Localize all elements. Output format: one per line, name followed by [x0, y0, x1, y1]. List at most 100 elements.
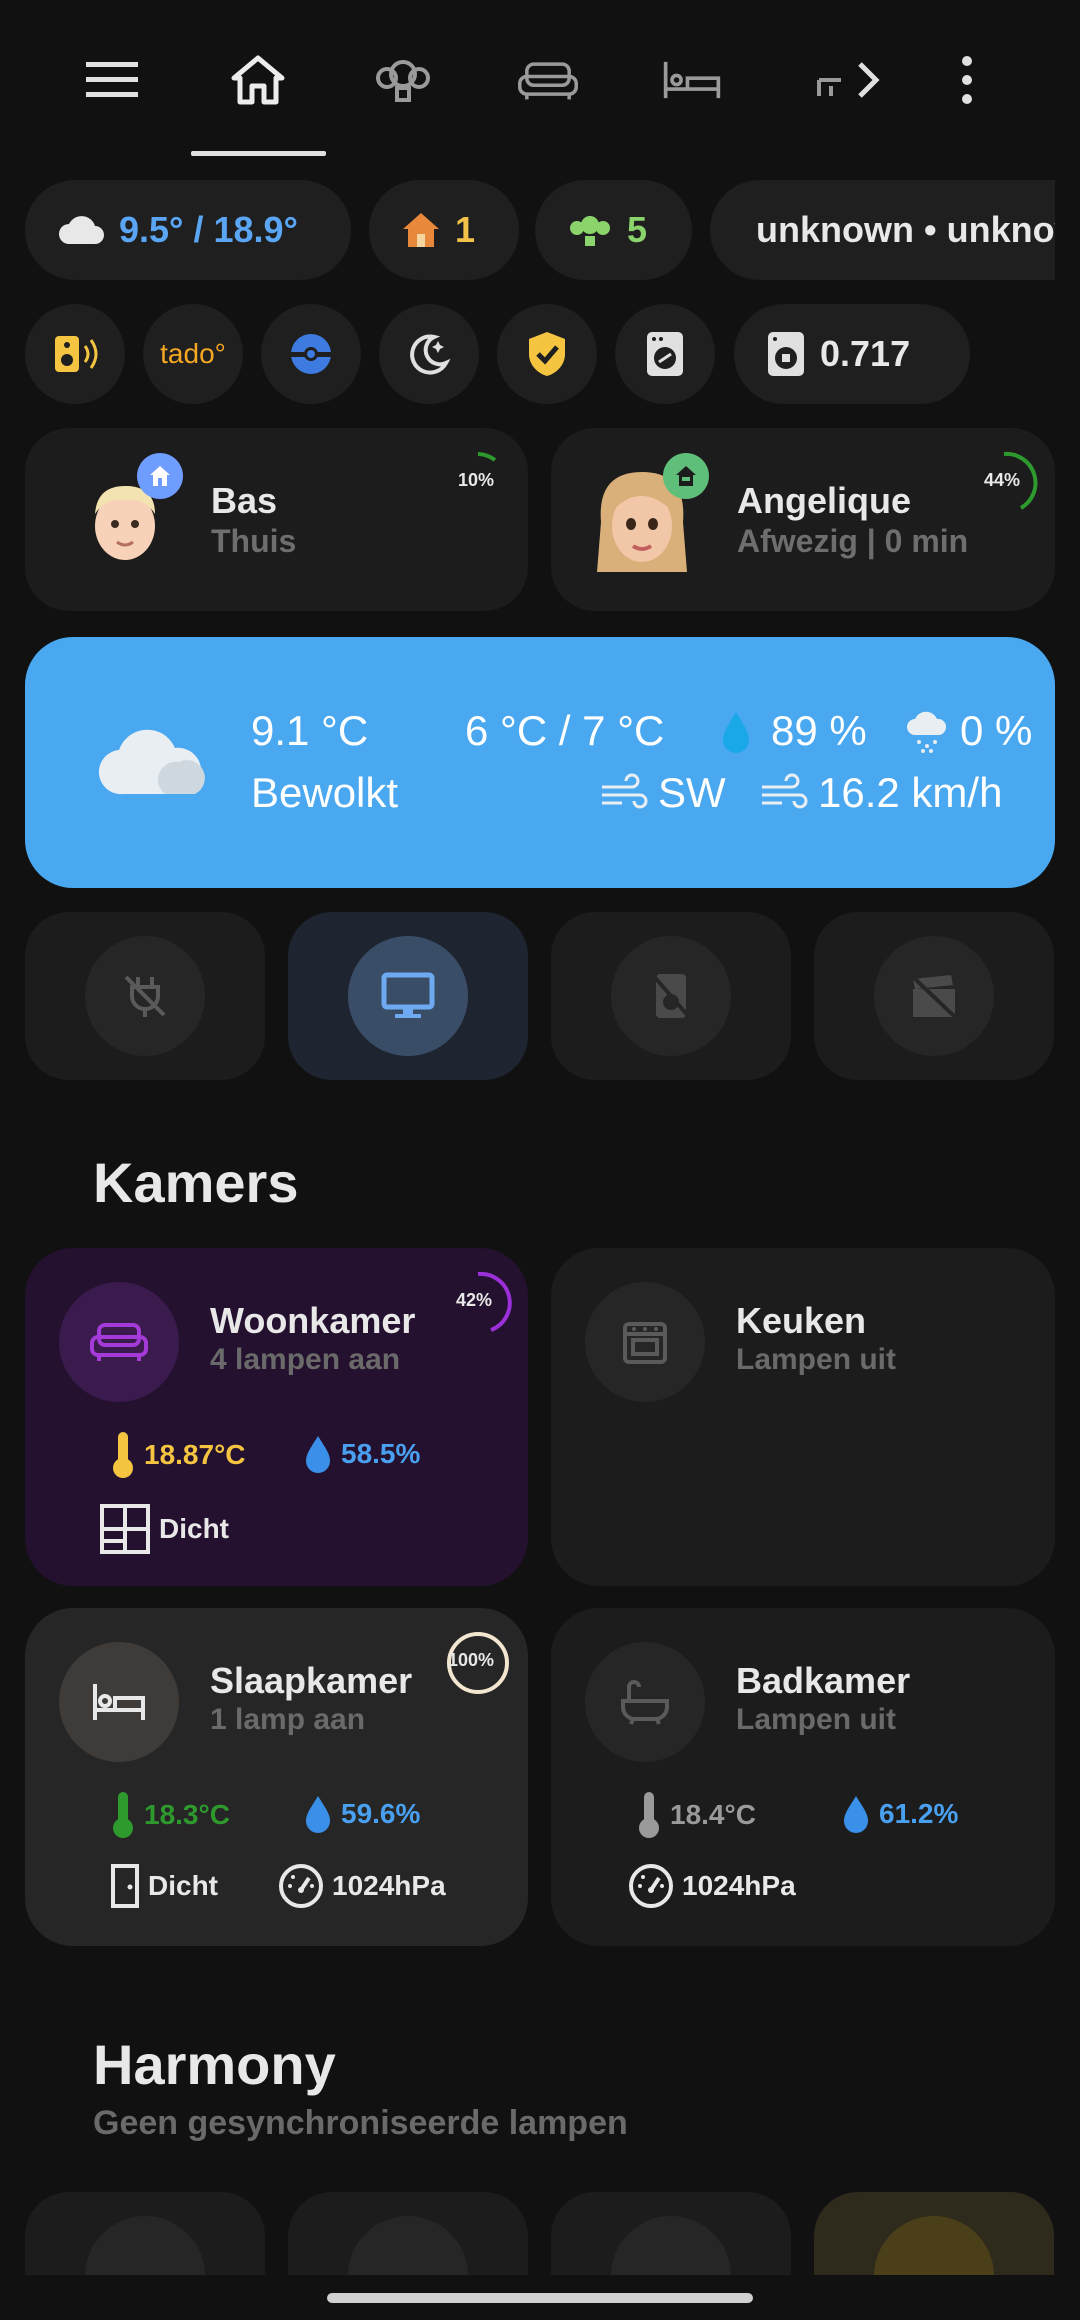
- wind-icon: [762, 773, 808, 809]
- humidity-value: 58.5%: [341, 1438, 421, 1469]
- chevron-right-icon[interactable]: [838, 50, 898, 110]
- bathtub-icon-wrap: [585, 1642, 705, 1762]
- harmony-tile-music[interactable]: [25, 2192, 265, 2275]
- weather-humidity: 89 %: [771, 707, 867, 754]
- humidity-stat: 58.5%: [303, 1434, 420, 1474]
- menu-icon[interactable]: [82, 50, 142, 110]
- power-plug-off-icon-wrap: [85, 936, 205, 1056]
- speaker-badge[interactable]: [25, 304, 125, 404]
- lightbulb-group-icon: [570, 216, 610, 246]
- thermometer-icon: [113, 1792, 133, 1838]
- washing-machine-icon: [647, 332, 683, 376]
- stove-icon-wrap: [585, 1282, 705, 1402]
- person-status: Thuis: [211, 523, 297, 559]
- weather-range: 6 °C / 7 °C: [465, 707, 665, 754]
- weather-chip[interactable]: 9.5° / 18.9°: [25, 180, 351, 280]
- clapperboard-off-button[interactable]: [814, 912, 1054, 1080]
- room-card-badkamer[interactable]: Badkamer Lampen uit 18.4°C 61.2% 1024hPa: [551, 1608, 1055, 1946]
- night-badge[interactable]: [379, 304, 479, 404]
- power-plug-off-button[interactable]: [25, 912, 265, 1080]
- radio-status: unknown • unknown: [756, 209, 1055, 250]
- humidity-value: 59.6%: [341, 1798, 421, 1829]
- weather-temp: 9.1 °C: [251, 707, 369, 754]
- active-tab-indicator: [191, 151, 326, 156]
- gesture-home-bar[interactable]: [327, 2293, 753, 2303]
- more-vert-icon[interactable]: [937, 50, 997, 110]
- cloud-icon: [98, 729, 205, 795]
- harmony-tile-tv-off[interactable]: [288, 2192, 528, 2275]
- door-value: Dicht: [148, 1870, 218, 1901]
- dryer-power-chip[interactable]: 0.717: [734, 304, 970, 404]
- water-drop-icon: [723, 712, 749, 753]
- thermometer-icon: [113, 1432, 133, 1478]
- window-stat: Dicht: [99, 1503, 229, 1555]
- speaker-off-icon-wrap: [611, 936, 731, 1056]
- room-card-keuken[interactable]: Keuken Lampen uit: [551, 1248, 1055, 1586]
- lights-count-chip[interactable]: 5: [535, 180, 692, 280]
- moon-stars-icon: [410, 334, 451, 375]
- bathtub-icon: [621, 1680, 669, 1725]
- tado-badge[interactable]: tado°: [143, 304, 243, 404]
- room-name: Keuken: [736, 1300, 867, 1341]
- speaker-off-button[interactable]: [551, 912, 791, 1080]
- harmony-section-subtitle: Geen gesynchroniseerde lampen: [93, 2104, 628, 2142]
- lightbulb-group-icon[interactable]: [373, 50, 433, 110]
- water-drop-icon: [844, 1796, 868, 1833]
- sofa-icon[interactable]: [518, 50, 578, 110]
- monitor-button[interactable]: [288, 912, 528, 1080]
- battery-percent: 44%: [984, 470, 1021, 490]
- brightness-percent: 42%: [456, 1290, 493, 1310]
- pressure-value: 1024hPa: [332, 1870, 446, 1901]
- pressure-stat: 1024hPa: [628, 1863, 796, 1909]
- pressure-value: 1024hPa: [682, 1870, 796, 1901]
- power-plug-off-icon: [124, 975, 166, 1017]
- stove-icon: [623, 1322, 667, 1364]
- person-card-bas[interactable]: Bas Thuis 10%: [25, 428, 528, 611]
- bed-icon[interactable]: [662, 50, 722, 110]
- temperature-stat: 18.4°C: [636, 1790, 756, 1840]
- temperature-stat: 18.3°C: [110, 1790, 230, 1840]
- water-drop-icon: [306, 1796, 330, 1833]
- window-icon: [100, 1504, 150, 1554]
- rain-cloud-icon: [907, 711, 947, 753]
- window-value: Dicht: [159, 1513, 229, 1544]
- room-card-slaapkamer[interactable]: Slaapkamer 1 lamp aan 100% 18.3°C 59.6% …: [25, 1608, 528, 1946]
- shield-check-icon: [529, 332, 565, 376]
- monitor-icon: [381, 972, 435, 1018]
- door-icon: [111, 1864, 139, 1908]
- cloud-icon: [59, 216, 104, 244]
- temperature-value: 18.4°C: [670, 1799, 756, 1830]
- house-icon: [403, 213, 439, 247]
- home-icon: [150, 466, 170, 486]
- home-count-value: 1: [455, 209, 476, 250]
- harmony-section-title: Harmony: [93, 2033, 336, 2096]
- room-name: Slaapkamer: [210, 1660, 413, 1701]
- washer-badge[interactable]: [615, 304, 715, 404]
- wind-icon: [602, 773, 648, 809]
- home-icon[interactable]: [228, 50, 288, 110]
- weather-condition: Bewolkt: [251, 769, 399, 816]
- radio-chip[interactable]: unknown • unknown: [710, 180, 1055, 280]
- harmony-tile-tv-off-2[interactable]: [551, 2192, 791, 2275]
- home-export-icon: [676, 466, 696, 486]
- dryer-icon: [768, 332, 804, 376]
- pokeball-icon: [291, 334, 331, 374]
- lights-count-value: 5: [627, 209, 648, 250]
- room-card-woonkamer[interactable]: Woonkamer 4 lampen aan 42% 18.87°C 58.5%…: [25, 1248, 528, 1586]
- pokeball-badge[interactable]: [261, 304, 361, 404]
- person-card-angelique[interactable]: Angelique Afwezig | 0 min 44%: [551, 428, 1055, 611]
- person-name: Angelique: [737, 480, 912, 521]
- home-count-chip[interactable]: 1: [369, 180, 519, 280]
- weather-precip: 0 %: [960, 707, 1033, 754]
- speaker-off-icon: [650, 972, 692, 1020]
- away-status-badge: [663, 453, 709, 499]
- room-status: Lampen uit: [736, 1343, 897, 1376]
- weather-card[interactable]: 9.1 °C Bewolkt 6 °C / 7 °C 89 % 0 % SW 1…: [25, 637, 1055, 888]
- sofa-icon-wrap: [59, 1282, 179, 1402]
- harmony-tile-active[interactable]: [814, 2192, 1054, 2275]
- temperature-value: 18.3°C: [144, 1799, 230, 1830]
- humidity-value: 61.2%: [879, 1798, 959, 1829]
- security-badge[interactable]: [497, 304, 597, 404]
- sofa-icon: [90, 1323, 148, 1361]
- gauge-icon: [629, 1864, 673, 1908]
